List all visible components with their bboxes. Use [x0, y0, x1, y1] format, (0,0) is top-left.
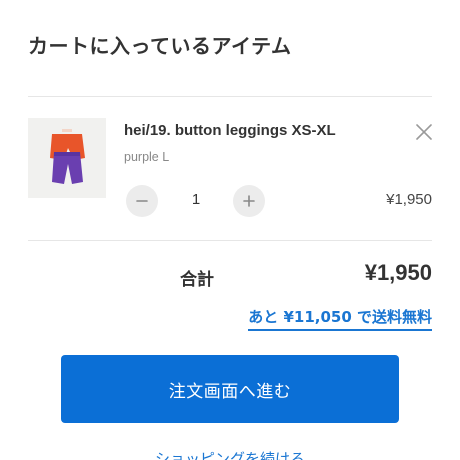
summary-divider	[28, 240, 432, 241]
continue-shopping-link[interactable]: ショッピングを続ける	[0, 448, 460, 460]
product-variant: purple L	[124, 150, 170, 164]
top-divider	[28, 96, 432, 97]
plus-icon	[243, 195, 255, 207]
checkout-button[interactable]: 注文画面へ進む	[61, 355, 399, 423]
free-shipping-link[interactable]: あと ¥11,050 で送料無料	[248, 306, 432, 331]
product-name[interactable]: hei/19. button leggings XS-XL	[124, 122, 336, 139]
total-label: 合計	[180, 270, 214, 290]
minus-icon	[136, 200, 148, 202]
remove-item-button[interactable]	[412, 120, 436, 144]
total-value: ¥1,950	[364, 260, 432, 285]
line-item-price: ¥1,950	[386, 191, 432, 208]
quantity-increase-button[interactable]	[233, 185, 265, 217]
close-icon	[416, 124, 432, 140]
quantity-decrease-button[interactable]	[126, 185, 158, 217]
cart-title: カートに入っているアイテム	[28, 34, 292, 58]
quantity-value: 1	[191, 191, 201, 208]
product-thumbnail[interactable]	[28, 118, 106, 198]
